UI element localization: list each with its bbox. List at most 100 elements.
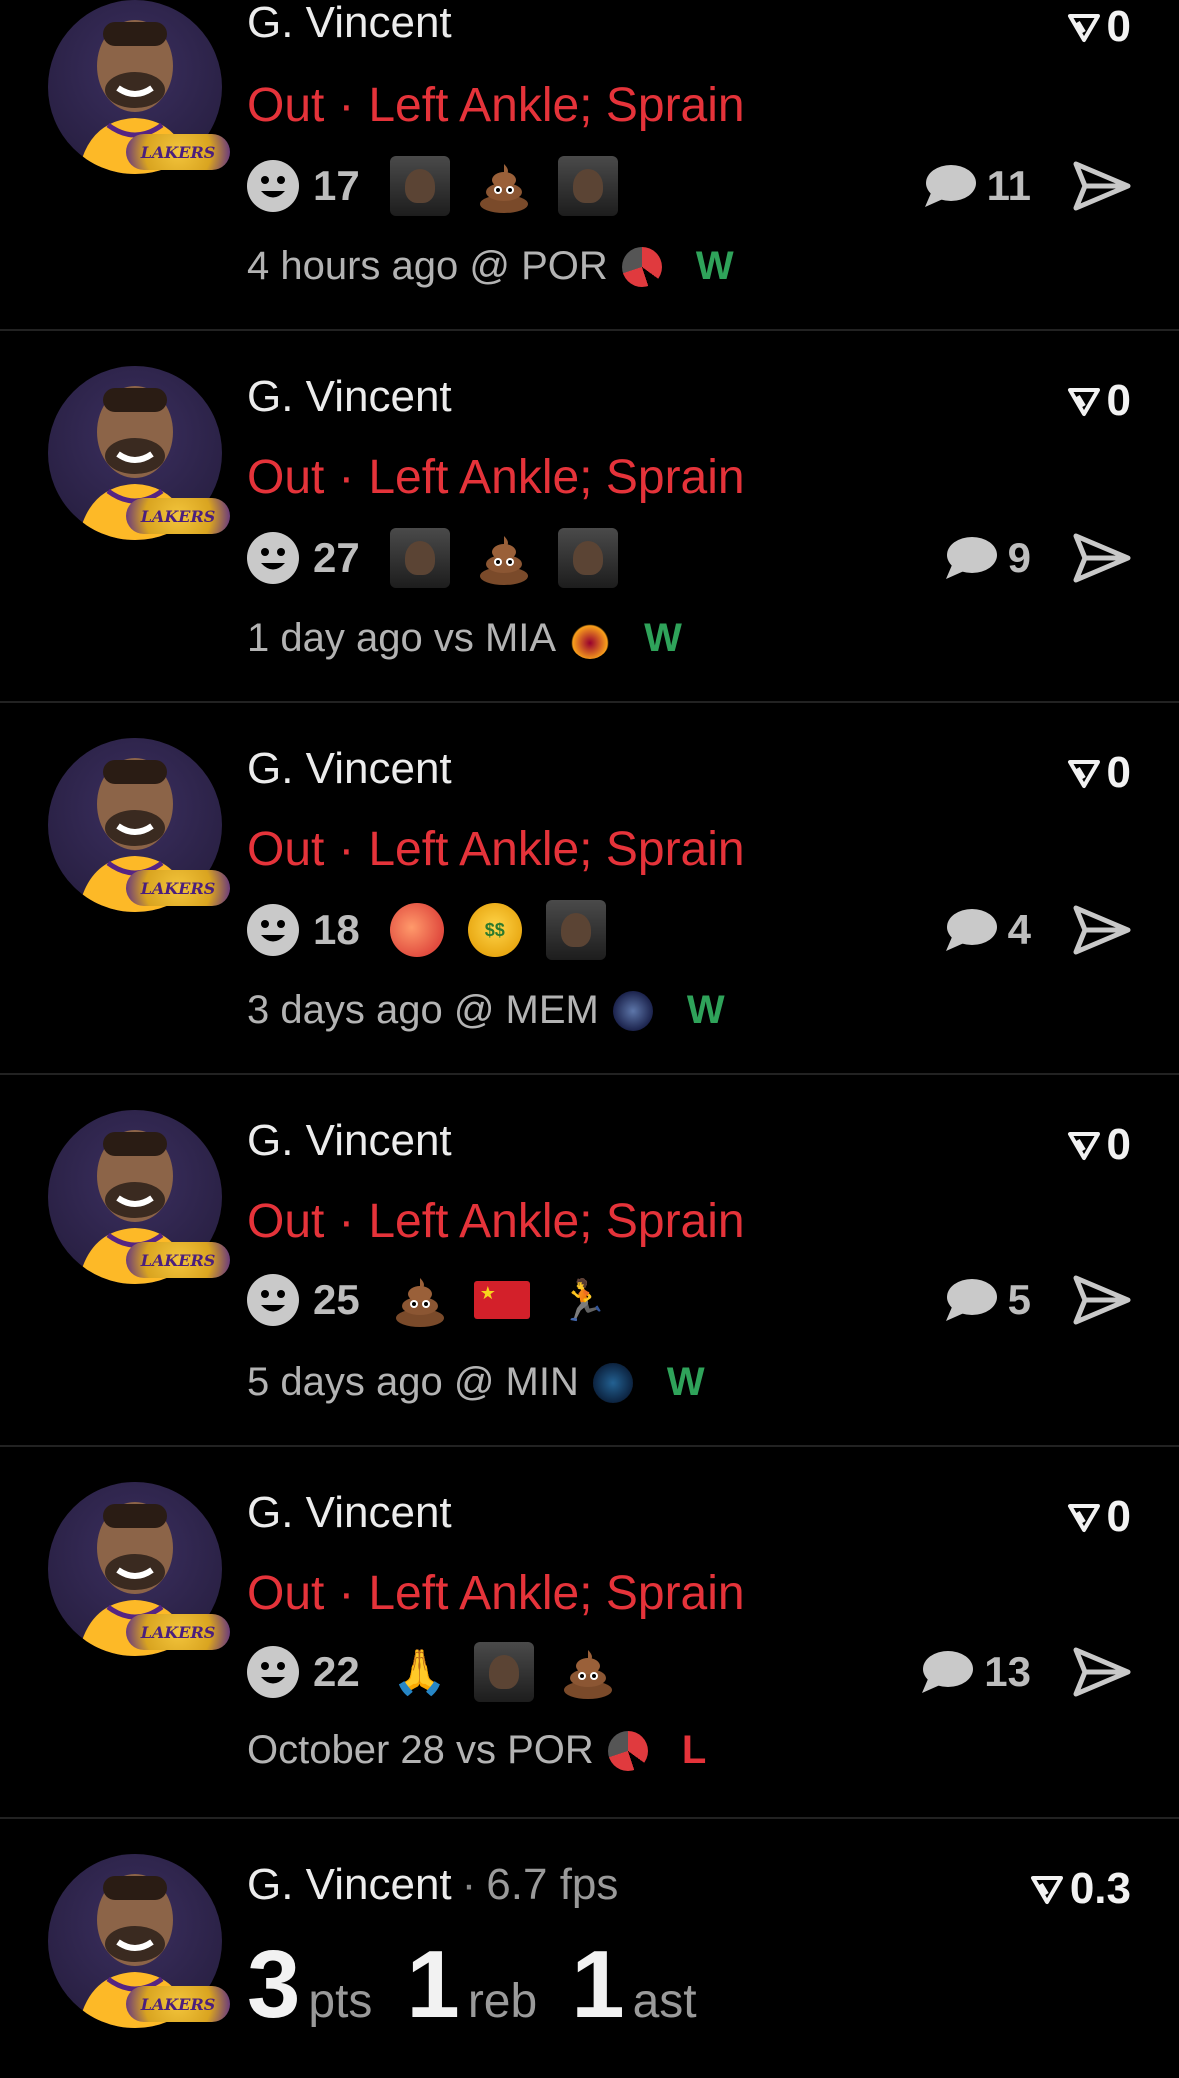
reactions-row[interactable]: 22 🙏: [247, 1642, 642, 1702]
grizzlies-logo: [612, 990, 653, 1031]
fantasy-value: 0.3: [1069, 1864, 1131, 1913]
reaction-count: 18: [313, 906, 360, 953]
game-meta: 1 day ago vs MIA W: [247, 616, 682, 661]
comment-count: 11: [986, 162, 1031, 209]
matchup: @ POR: [469, 244, 608, 288]
time-ago: 5 days ago: [247, 1360, 443, 1404]
player-name-row[interactable]: G. Vincent · 6.7 fps: [247, 1860, 618, 1910]
fantasy-value: 0: [1106, 376, 1131, 425]
china-flag-emoji[interactable]: [473, 1281, 530, 1319]
photo-reaction[interactable]: [545, 900, 606, 960]
fantasy-per-stat: 6.7 fps: [486, 1860, 619, 1909]
poop-emoji[interactable]: [558, 1642, 618, 1702]
fantasy-points: 0: [1067, 748, 1131, 798]
comment-bubble-icon: [922, 1651, 974, 1693]
comments-button[interactable]: 11: [921, 156, 1031, 216]
blazers-logo: [607, 1730, 648, 1771]
feed-card[interactable]: LAKERS G. Vincent 0 Out · Left Ankle; Spra…: [0, 702, 1179, 1075]
fantasy-value: 0: [1106, 1120, 1131, 1169]
comment-count: 4: [1007, 906, 1031, 953]
runner-emoji[interactable]: 🏃: [554, 1270, 614, 1330]
game-result: L: [681, 1728, 707, 1772]
feed-card[interactable]: LAKERS G. Vincent 0 Out · Left Ankle; Spra…: [0, 330, 1179, 703]
game-meta: 4 hours ago @ POR W: [247, 244, 734, 289]
time-ago: 4 hours ago: [247, 244, 459, 288]
smiley-icon[interactable]: [247, 160, 299, 212]
poop-emoji[interactable]: [474, 156, 534, 216]
share-icon[interactable]: [1073, 904, 1131, 956]
poop-emoji[interactable]: [390, 1270, 450, 1330]
filter-icon: [1030, 1876, 1063, 1904]
smiley-icon[interactable]: [247, 1646, 299, 1698]
comment-bubble-icon: [924, 165, 976, 207]
fantasy-points: 0: [1067, 376, 1131, 426]
feed-card[interactable]: LAKERS G. Vincent 0 Out · Left Ankle; Spra…: [0, 0, 1179, 331]
separator-dot: ·: [461, 1860, 477, 1909]
stats-card[interactable]: LAKERS G. Vincent · 6.7 fps 0.3 3 pts 1 reb …: [0, 1818, 1179, 2078]
comment-bubble-icon: [945, 909, 997, 951]
matchup: @ MIN: [453, 1360, 579, 1404]
feed-card[interactable]: LAKERS G. Vincent 0 Out · Left Ankle; Spra…: [0, 1074, 1179, 1447]
time-ago: October 28: [247, 1728, 445, 1772]
reactions-row[interactable]: 17: [247, 156, 642, 216]
fantasy-points: 0: [1067, 2, 1131, 52]
smiley-icon[interactable]: [247, 1274, 299, 1326]
share-icon[interactable]: [1073, 1274, 1131, 1326]
separator-dot: ·: [338, 823, 355, 876]
filter-icon: [1067, 1132, 1100, 1160]
photo-reaction[interactable]: [389, 156, 450, 216]
stat-line: 3 pts 1 reb 1 ast: [247, 1930, 731, 2040]
fantasy-value: 0: [1106, 1492, 1131, 1541]
game-meta: October 28 vs POR L: [247, 1728, 706, 1773]
comments-button[interactable]: 13: [918, 1642, 1031, 1702]
injury-label: Left Ankle; Sprain: [368, 451, 745, 504]
comment-bubble-icon: [945, 537, 997, 579]
assists-label: ast: [632, 1975, 697, 2028]
lakers-logo: LAKERS: [126, 1614, 230, 1650]
player-name[interactable]: G. Vincent: [247, 1488, 452, 1538]
rebounds-value: 1: [406, 1931, 460, 2038]
feed-card[interactable]: LAKERS G. Vincent 0 Out · Left Ankle; Spra…: [0, 1446, 1179, 1819]
fantasy-value: 0: [1106, 2, 1131, 51]
reactions-row[interactable]: 18 $$: [247, 900, 630, 960]
photo-reaction[interactable]: [389, 528, 450, 588]
injury-status: Out · Left Ankle; Sprain: [247, 1566, 745, 1621]
lakers-logo: LAKERS: [126, 1986, 230, 2022]
game-result: W: [666, 1360, 705, 1404]
comments-button[interactable]: 4: [942, 900, 1031, 960]
poop-emoji[interactable]: [474, 528, 534, 588]
player-name[interactable]: G. Vincent: [247, 372, 452, 422]
share-icon[interactable]: [1073, 1646, 1131, 1698]
reaction-count: 27: [313, 534, 360, 581]
lakers-logo: LAKERS: [126, 498, 230, 534]
comment-count: 9: [1007, 534, 1031, 581]
player-name[interactable]: G. Vincent: [247, 1116, 452, 1166]
player-name[interactable]: G. Vincent: [247, 0, 452, 48]
rebounds-label: reb: [467, 1975, 538, 2028]
matchup: vs POR: [456, 1728, 594, 1772]
matchup: vs MIA: [433, 616, 557, 660]
comments-button[interactable]: 9: [942, 528, 1031, 588]
smiley-icon[interactable]: [247, 904, 299, 956]
photo-reaction[interactable]: [557, 156, 618, 216]
smiley-icon[interactable]: [247, 532, 299, 584]
separator-dot: ·: [338, 451, 355, 504]
fantasy-value: 0: [1106, 748, 1131, 797]
status-label: Out: [247, 451, 325, 504]
money-face-emoji[interactable]: $$: [467, 903, 522, 957]
comments-button[interactable]: 5: [942, 1270, 1031, 1330]
share-icon[interactable]: [1073, 160, 1131, 212]
peach-emoji[interactable]: [389, 903, 444, 957]
reactions-row[interactable]: 25 🏃: [247, 1270, 638, 1330]
player-name[interactable]: G. Vincent: [247, 744, 452, 794]
photo-reaction[interactable]: [557, 528, 618, 588]
reactions-row[interactable]: 27: [247, 528, 642, 588]
heat-logo: [570, 618, 611, 659]
photo-reaction[interactable]: [473, 1642, 534, 1702]
injury-status: Out · Left Ankle; Sprain: [247, 78, 745, 133]
share-icon[interactable]: [1073, 532, 1131, 584]
filter-icon: [1067, 14, 1100, 42]
injury-label: Left Ankle; Sprain: [368, 823, 745, 876]
pray-emoji[interactable]: 🙏: [390, 1642, 450, 1702]
lakers-logo: LAKERS: [126, 870, 230, 906]
